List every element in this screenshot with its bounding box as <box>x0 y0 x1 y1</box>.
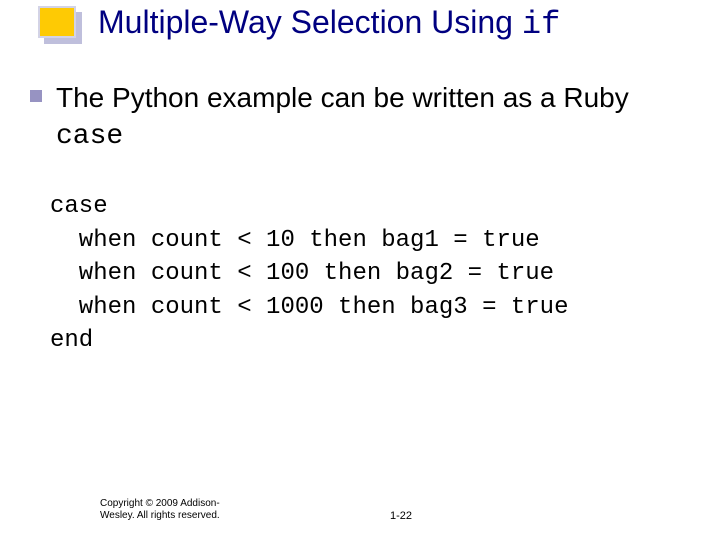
title-accent-square <box>38 6 76 38</box>
code-line: when count < 10 then bag1 = true <box>50 227 540 254</box>
title-code: if <box>522 6 560 43</box>
code-block: case when count < 10 then bag1 = true wh… <box>50 190 568 358</box>
bullet-item: The Python example can be written as a R… <box>30 80 690 155</box>
title-text: Multiple-Way Selection Using <box>98 4 522 40</box>
page-number: 1-22 <box>390 510 412 522</box>
copyright-line2: Wesley. All rights reserved. <box>100 510 220 521</box>
bullet-prefix: The Python example can be written as a R… <box>56 82 629 113</box>
code-line: when count < 1000 then bag3 = true <box>50 294 568 321</box>
code-line: end <box>50 327 93 354</box>
slide-title: Multiple-Way Selection Using if <box>98 4 700 43</box>
footer: Copyright © 2009 Addison- Wesley. All ri… <box>100 498 620 522</box>
bullet-code: case <box>56 121 123 152</box>
bullet-text: The Python example can be written as a R… <box>56 80 690 155</box>
copyright-line1: Copyright © 2009 Addison- <box>100 498 220 509</box>
code-line: when count < 100 then bag2 = true <box>50 260 554 287</box>
bullet-marker-icon <box>30 90 42 102</box>
copyright: Copyright © 2009 Addison- Wesley. All ri… <box>100 498 230 522</box>
code-line: case <box>50 193 108 220</box>
slide: Multiple-Way Selection Using if The Pyth… <box>0 0 720 540</box>
